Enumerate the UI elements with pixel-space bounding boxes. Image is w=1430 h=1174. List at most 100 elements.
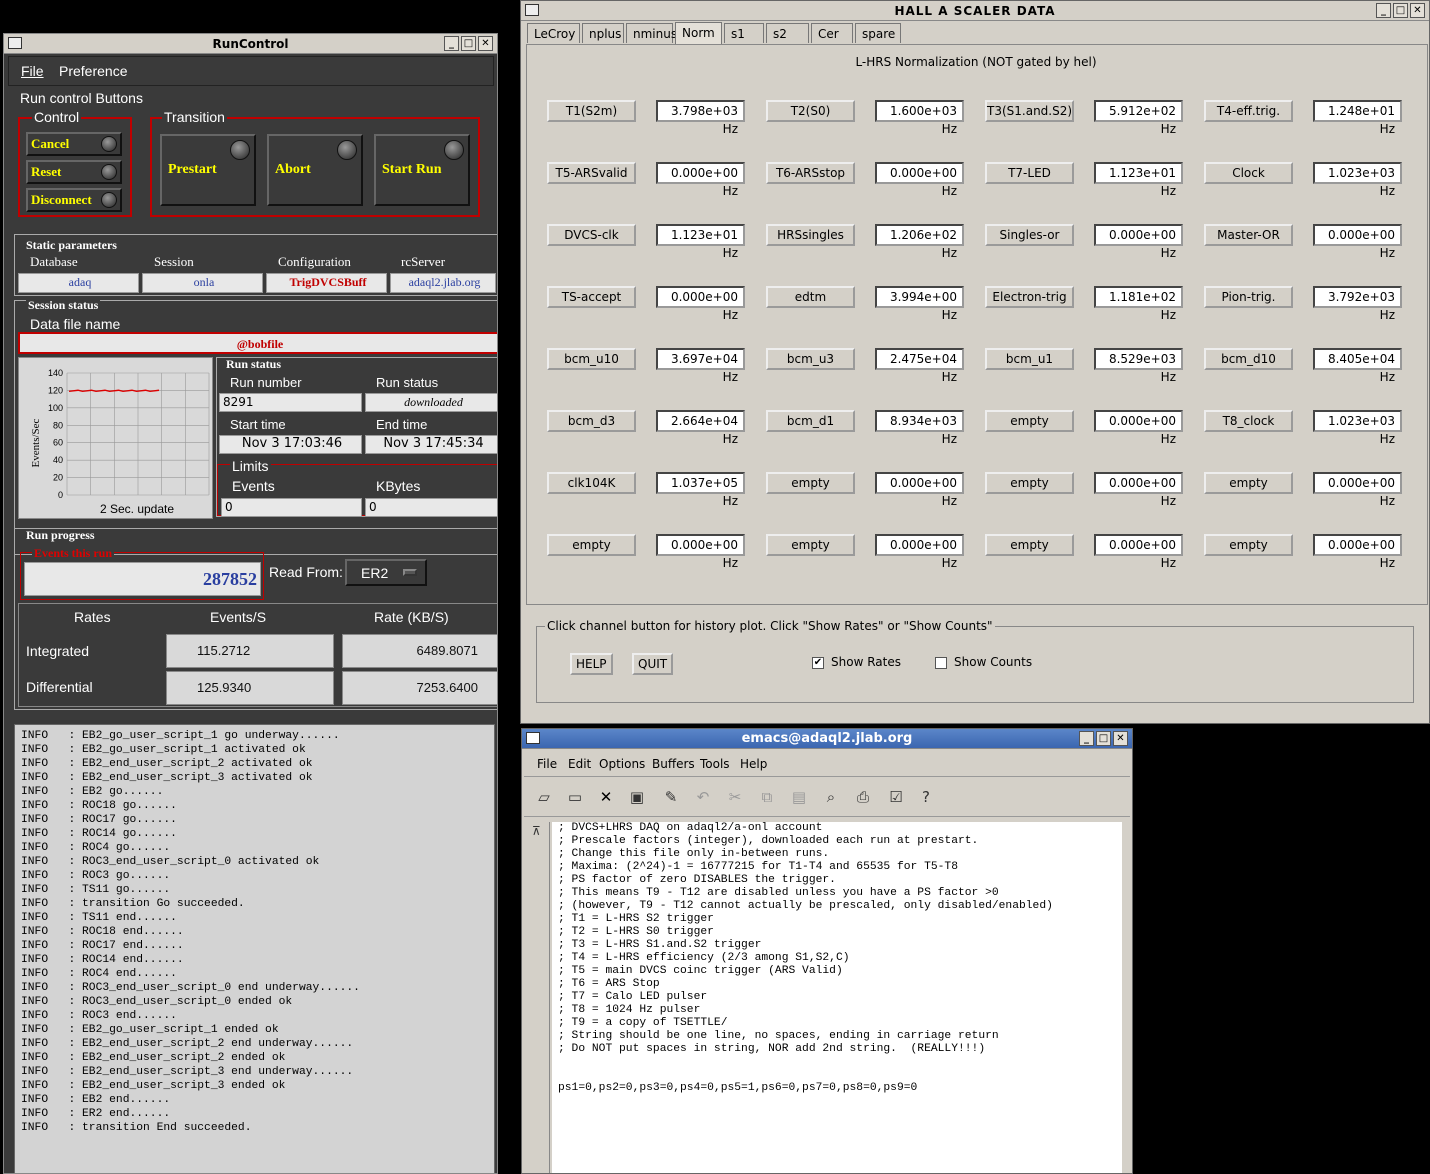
close-buffer-icon[interactable]: ✕ [596,787,616,807]
channel-button[interactable]: DVCS-clk [547,224,636,246]
channel-button[interactable]: T2(S0) [766,100,855,122]
runcontrol-titlebar[interactable]: RunControl _ □ ✕ [4,34,497,54]
tab-nminus[interactable]: nminus [626,23,677,43]
channel-rate-value: 0.000e+00 Hz [656,534,745,570]
reset-button[interactable]: Reset [26,160,122,184]
tab-cer[interactable]: Cer [811,23,853,43]
tab-s2[interactable]: s2 [766,23,809,43]
abort-button[interactable]: Abort [267,134,363,206]
quit-button[interactable]: QUIT [632,653,674,675]
preferences-icon[interactable]: ☑ [886,787,906,807]
tab-s1[interactable]: s1 [724,23,764,43]
maximize-icon[interactable]: □ [1096,731,1111,746]
channel-button[interactable]: empty [1204,534,1293,556]
disconnect-button[interactable]: Disconnect [26,188,122,212]
channel-button[interactable]: Master-OR [1204,224,1293,246]
close-icon[interactable]: ✕ [1410,3,1425,18]
channel-button[interactable]: empty [985,534,1074,556]
channel-button[interactable]: empty [985,410,1074,432]
transition-label: Transition [162,109,227,125]
minimize-icon[interactable]: _ [1079,731,1094,746]
events-limit-input[interactable]: 0 [221,498,362,517]
tab-nplus[interactable]: nplus [582,23,624,43]
maximize-icon[interactable]: □ [1393,3,1408,18]
channel-button[interactable]: TS-accept [547,286,636,308]
menu-buffers[interactable]: Buffers [652,757,695,771]
open-folder-icon[interactable]: ▭ [565,787,585,807]
save-icon[interactable]: ▣ [627,787,647,807]
show-rates-checkbox[interactable]: ✔ [812,657,824,669]
message-log[interactable]: INFO : EB2_go_user_script_1 go underway.… [14,724,495,1173]
scroll-up-icon[interactable]: ⊼ [532,824,541,838]
menu-tools[interactable]: Tools [700,757,730,771]
maximize-icon[interactable]: □ [461,36,476,51]
emacs-scrollbar[interactable]: ⊼ [528,822,550,1173]
copy-icon[interactable]: ⧉ [757,787,777,807]
channel-button[interactable]: bcm_d3 [547,410,636,432]
channel-button[interactable]: clk104K [547,472,636,494]
channel-button[interactable]: empty [766,534,855,556]
tab-norm[interactable]: Norm [675,22,722,44]
channel-button[interactable]: HRSsingles [766,224,855,246]
show-counts-checkbox[interactable] [935,657,947,669]
new-file-icon[interactable]: ▱ [534,787,554,807]
channel-button[interactable]: T7-LED [985,162,1074,184]
tab-lecroy[interactable]: LeCroy [527,23,580,43]
channel-button[interactable]: T1(S2m) [547,100,636,122]
close-icon[interactable]: ✕ [1113,731,1128,746]
channel-button[interactable]: Clock [1204,162,1293,184]
start-run-button[interactable]: Start Run [374,134,470,206]
save-as-icon[interactable]: ✎ [661,787,681,807]
menu-help[interactable]: Help [740,757,767,771]
channel-button[interactable]: Pion-trig. [1204,286,1293,308]
channel-button[interactable]: Singles-or [985,224,1074,246]
channel-button[interactable]: empty [766,472,855,494]
minimize-icon[interactable]: _ [1376,3,1391,18]
channel-button[interactable]: T8_clock [1204,410,1293,432]
channel-button[interactable]: empty [547,534,636,556]
log-line: INFO : EB2_end_user_script_2 end underwa… [21,1038,354,1050]
window-menu-icon[interactable] [526,732,540,744]
channel-button[interactable]: Electron-trig [985,286,1074,308]
window-menu-icon[interactable] [525,4,539,16]
close-icon[interactable]: ✕ [478,36,493,51]
paste-icon[interactable]: ▤ [789,787,809,807]
print-icon[interactable]: ⎙ [853,787,873,807]
cancel-button[interactable]: Cancel [26,132,122,156]
menu-file[interactable]: File [537,757,557,771]
menu-edit[interactable]: Edit [568,757,591,771]
menu-preference[interactable]: Preference [59,63,127,79]
channel-button[interactable]: T6-ARSstop [766,162,855,184]
help-icon[interactable]: ? [916,787,936,807]
read-from-select[interactable]: ER2 [345,559,427,586]
channel-button[interactable]: bcm_u3 [766,348,855,370]
menu-file[interactable]: File [21,63,44,79]
channel-button[interactable]: bcm_d1 [766,410,855,432]
channel-button[interactable]: bcm_u10 [547,348,636,370]
cut-icon[interactable]: ✂ [725,787,745,807]
log-line: INFO : ROC17 end...... [21,940,184,952]
channel-button[interactable]: bcm_u1 [985,348,1074,370]
emacs-buffer[interactable]: ; DVCS+LHRS DAQ on adaql2/a-onl account;… [552,822,1122,1173]
channel-button[interactable]: bcm_d10 [1204,348,1293,370]
buffer-line: ; T4 = L-HRS efficiency (2/3 among S1,S2… [558,952,850,964]
search-icon[interactable]: ⌕ [821,787,841,807]
tab-spare[interactable]: spare [855,23,901,43]
channel-button[interactable]: empty [1204,472,1293,494]
minimize-icon[interactable]: _ [444,36,459,51]
channel-button[interactable]: T5-ARSvalid [547,162,636,184]
channel-button[interactable]: T3(S1.and.S2) [985,100,1074,122]
scaler-titlebar[interactable]: HALL A SCALER DATA _ □ ✕ [521,1,1429,21]
emacs-titlebar[interactable]: emacs@adaql2.jlab.org _ □ ✕ [522,729,1132,749]
channel-button[interactable]: edtm [766,286,855,308]
prestart-button[interactable]: Prestart [160,134,256,206]
window-menu-icon[interactable] [8,37,22,49]
kbytes-limit-input[interactable]: 0 [365,498,497,517]
undo-icon[interactable]: ↶ [693,787,713,807]
help-button[interactable]: HELP [570,653,613,675]
menu-options[interactable]: Options [599,757,645,771]
runcontrol-window: RunControl _ □ ✕ File Preference Run con… [3,33,498,1174]
buffer-line: ; T1 = L-HRS S2 trigger [558,913,714,925]
channel-button[interactable]: empty [985,472,1074,494]
channel-button[interactable]: T4-eff.trig. [1204,100,1293,122]
